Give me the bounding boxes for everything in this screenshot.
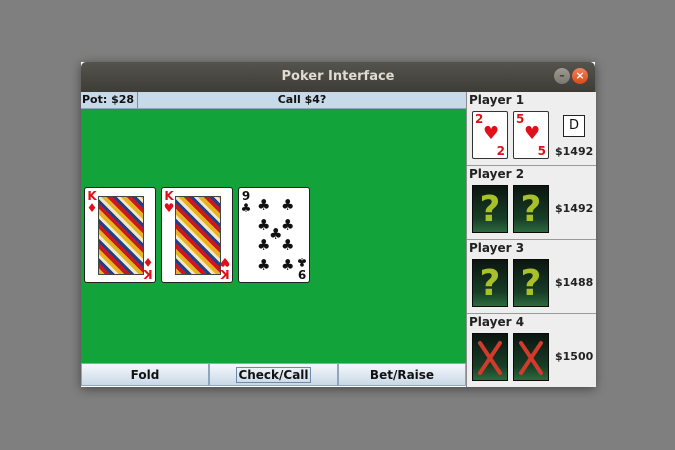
card-back-icon: ?	[472, 185, 508, 233]
heart-icon: ♥	[219, 255, 231, 269]
card-rank: 9	[297, 267, 307, 281]
bet-raise-button-label: Bet/Raise	[369, 368, 435, 382]
dealer-button: D	[563, 115, 585, 137]
call-prompt: Call $4?	[277, 93, 327, 106]
window-title: Poker Interface	[281, 69, 395, 84]
action-bar: Fold Check/Call Bet/Raise	[81, 363, 466, 387]
heart-icon: ♥	[524, 123, 541, 144]
club-icon: ♣	[281, 196, 295, 214]
check-call-button-label: Check/Call	[236, 367, 311, 383]
player-panel-1: Player 1 2 ♥ 2 5 ♥ 5 D $1492	[467, 92, 596, 166]
bet-raise-button[interactable]: Bet/Raise	[338, 363, 466, 386]
card-rank: 2	[496, 144, 505, 158]
status-bar: Pot: $28 Call $4?	[81, 92, 466, 109]
poker-window: Poker Interface – × Pot: $28 Call $4? K ♦…	[81, 62, 596, 387]
club-icon: ♣	[281, 236, 295, 254]
card-rank: K	[220, 267, 230, 281]
minimize-button[interactable]: –	[554, 68, 570, 84]
player-card: 2 ♥ 2	[472, 111, 508, 159]
close-button[interactable]: ×	[572, 68, 588, 84]
club-icon: ♣	[257, 256, 271, 274]
community-card-king-of-hearts: K ♥ K ♥	[161, 187, 233, 283]
player-panel-3: Player 3 ? ? $1488	[467, 240, 596, 314]
club-icon: ♣	[257, 236, 271, 254]
king-face-art	[175, 196, 221, 275]
club-icon: ♣	[281, 216, 295, 234]
folded-card-x-icon	[513, 333, 549, 381]
community-card-nine-of-clubs: 9 ♣ ♣ ♣ ♣ ♣ ♣ ♣ ♣ ♣ ♣ 9 ♣	[238, 187, 310, 283]
player-panel-4: Player 4 $1500	[467, 314, 596, 387]
card-rank: 5	[537, 144, 546, 158]
folded-card-x-icon	[472, 333, 508, 381]
club-icon: ♣	[257, 196, 271, 214]
player-card: 5 ♥ 5	[513, 111, 549, 159]
king-face-art	[98, 196, 144, 275]
player-name: Player 1	[469, 93, 525, 107]
player-name: Player 3	[469, 241, 525, 255]
player-name: Player 2	[469, 167, 525, 181]
heart-icon: ♥	[483, 123, 500, 144]
card-back-icon: ?	[472, 259, 508, 307]
club-icon: ♣	[281, 256, 295, 274]
player-sidebar: Player 1 2 ♥ 2 5 ♥ 5 D $1492 Player 2 ? …	[466, 92, 596, 387]
card-back-icon: ?	[513, 185, 549, 233]
diamond-icon: ♦	[86, 201, 98, 215]
club-pips: ♣ ♣ ♣ ♣ ♣ ♣ ♣ ♣ ♣	[255, 196, 295, 274]
player-chips: $1488	[555, 276, 594, 289]
community-card-king-of-diamonds: K ♦ K ♦	[84, 187, 156, 283]
pot-label: Pot: $28	[81, 92, 138, 108]
diamond-icon: ♦	[142, 255, 154, 269]
heart-icon: ♥	[163, 201, 175, 215]
player-panel-2: Player 2 ? ? $1492	[467, 166, 596, 240]
club-icon: ♣	[240, 201, 252, 215]
check-call-button[interactable]: Check/Call	[209, 363, 338, 386]
card-rank: K	[143, 267, 153, 281]
fold-button[interactable]: Fold	[81, 363, 209, 386]
title-bar[interactable]: Poker Interface – ×	[81, 62, 595, 92]
player-chips: $1492	[555, 145, 594, 158]
club-icon: ♣	[296, 255, 308, 269]
player-name: Player 4	[469, 315, 525, 329]
player-chips: $1500	[555, 350, 594, 363]
card-back-icon: ?	[513, 259, 549, 307]
poker-table: K ♦ K ♦ K ♥ K ♥ 9 ♣ ♣ ♣ ♣ ♣ ♣ ♣ ♣ ♣ ♣ 9 ♣	[81, 109, 466, 363]
fold-button-label: Fold	[130, 368, 160, 382]
player-chips: $1492	[555, 202, 594, 215]
